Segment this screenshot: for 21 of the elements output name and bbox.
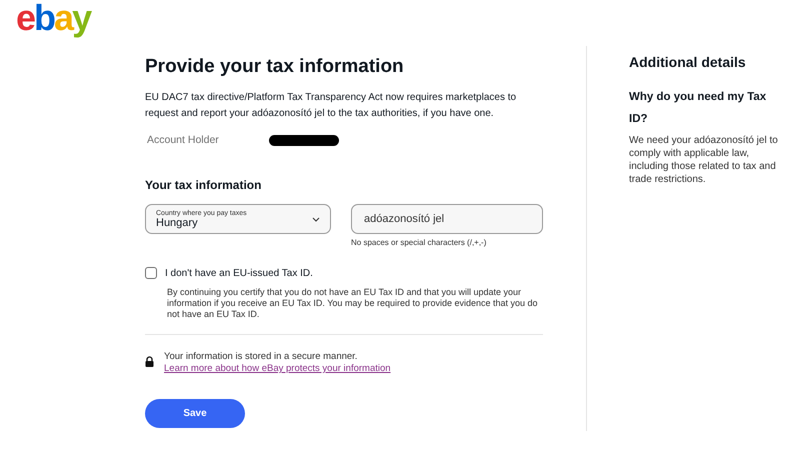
account-holder-label: Account Holder — [147, 134, 220, 146]
section-title: Your tax information — [145, 178, 262, 192]
save-button[interactable]: Save — [145, 399, 245, 428]
logo-letter: a — [54, 0, 72, 40]
answer-text: We need your adóazonosító jel to comply with applicable law, including those related to tax and trade restrictions. — [629, 134, 779, 186]
learn-more-link[interactable]: Learn more about how eBay protects your information — [164, 363, 391, 374]
chevron-down-icon — [312, 216, 320, 222]
lock-icon — [145, 356, 154, 367]
page-title: Provide your tax information — [145, 56, 405, 78]
tax-id-field[interactable]: adóazonosító jel — [351, 204, 543, 234]
checkbox[interactable] — [145, 267, 157, 279]
sidebar-title: Additional details — [629, 54, 747, 70]
certify-note: By continuing you certify that you do not have an EU Tax ID and that you will update your information if you receive an EU Tax ID. You may be required to provide evidence that you do not have an EU Tax ID. — [167, 287, 539, 320]
intro-text: EU DAC7 tax directive/Platform Tax Transparency Act now requires marketplaces to request and report your adóazonosító jel to the tax authorities, if you have one. — [145, 91, 518, 121]
logo-letter: b — [34, 0, 54, 40]
logo-letter: e — [16, 0, 34, 40]
secure-text: Your information is stored in a secure manner. Learn more about how eBay protects your information — [164, 351, 392, 375]
tax-id-hint: No spaces or special characters (/,+,-) — [351, 238, 488, 247]
question-heading: Why do you need my Tax ID? — [629, 90, 768, 127]
checkbox-label: I don't have an EU-issued Tax ID. — [165, 268, 313, 278]
logo-letter: y — [72, 0, 90, 40]
